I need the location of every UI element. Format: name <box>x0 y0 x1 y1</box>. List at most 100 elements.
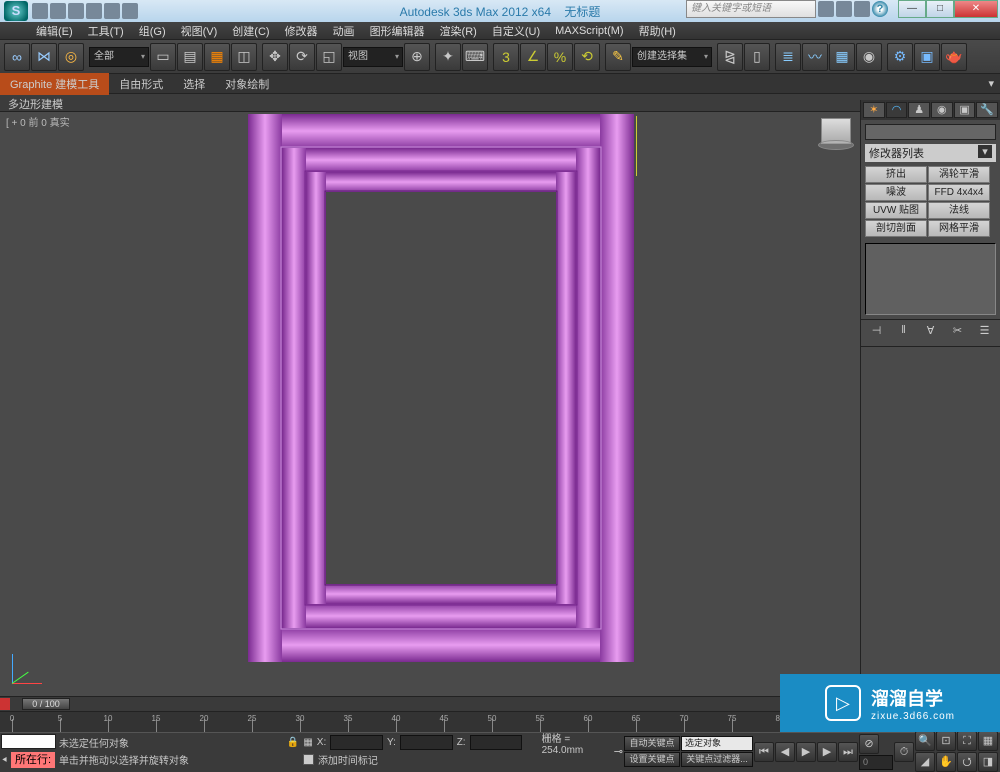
make-unique-icon[interactable]: ∀ <box>922 324 940 342</box>
qat-new-icon[interactable] <box>32 3 48 19</box>
max-viewport-icon[interactable]: ◨ <box>978 752 998 772</box>
modifier-list-dropdown[interactable]: 修改器列表 <box>865 144 996 162</box>
favorite-icon[interactable] <box>854 1 870 17</box>
key-mode-icon[interactable]: ⊘ <box>859 734 879 754</box>
modifier-stack[interactable] <box>865 243 996 315</box>
orbit-icon[interactable]: ⭯ <box>957 752 977 772</box>
pin-stack-icon[interactable]: ⊣ <box>868 324 886 342</box>
time-slider-thumb[interactable]: 0 / 100 <box>22 698 70 710</box>
move-icon[interactable]: ✥ <box>262 43 288 71</box>
menu-group[interactable]: 组(G) <box>133 22 172 40</box>
ref-coord-dropdown[interactable]: 视图 <box>343 47 403 67</box>
tab-display-icon[interactable]: ▣ <box>954 102 976 118</box>
goto-end-icon[interactable]: ⏭ <box>838 742 858 762</box>
percent-snap-icon[interactable]: % <box>547 43 573 71</box>
mirror-icon[interactable]: ⧎ <box>717 43 743 71</box>
material-editor-icon[interactable]: ◉ <box>856 43 882 71</box>
menu-view[interactable]: 视图(V) <box>175 22 224 40</box>
object-color-swatch[interactable] <box>865 124 996 140</box>
mod-btn-meshsmooth[interactable]: 网格平滑 <box>928 220 990 237</box>
time-start-marker[interactable] <box>0 698 10 710</box>
mod-btn-normal[interactable]: 法线 <box>928 202 990 219</box>
mod-btn-uvw[interactable]: UVW 贴图 <box>865 202 927 219</box>
zoom-all-icon[interactable]: ⊡ <box>936 731 956 751</box>
remove-mod-icon[interactable]: ✂ <box>949 324 967 342</box>
qat-open-icon[interactable] <box>50 3 66 19</box>
unlink-icon[interactable]: ⋈ <box>31 43 57 71</box>
ribbon-tab-selection[interactable]: 选择 <box>173 73 215 95</box>
lock-icon[interactable]: 🔒 <box>287 737 299 748</box>
pan-icon[interactable]: ✋ <box>936 752 956 772</box>
zoom-extents-icon[interactable]: ⛶ <box>957 731 977 751</box>
menu-modifiers[interactable]: 修改器 <box>279 22 324 40</box>
qat-more-icon[interactable] <box>122 3 138 19</box>
ribbon-tab-freeform[interactable]: 自由形式 <box>109 73 173 95</box>
maxscript-listener[interactable] <box>1 734 56 749</box>
tab-hierarchy-icon[interactable]: ♟ <box>908 102 930 118</box>
qat-save-icon[interactable] <box>68 3 84 19</box>
pivot-icon[interactable]: ⊕ <box>404 43 430 71</box>
scene-object-frame[interactable] <box>248 114 634 662</box>
coord-z-field[interactable] <box>470 735 523 750</box>
zoom-extents-all-icon[interactable]: ▦ <box>978 731 998 751</box>
menu-rendering[interactable]: 渲染(R) <box>434 22 483 40</box>
tab-modify-icon[interactable]: ◠ <box>886 102 908 118</box>
angle-snap-icon[interactable]: ∠ <box>520 43 546 71</box>
search-icon[interactable] <box>818 1 834 17</box>
render-setup-icon[interactable]: ⚙ <box>887 43 913 71</box>
keyboard-icon[interactable]: ⌨ <box>462 43 488 71</box>
mod-btn-extrude[interactable]: 挤出 <box>865 166 927 183</box>
align-icon[interactable]: ▯ <box>744 43 770 71</box>
selection-filter-dropdown[interactable]: 全部 <box>89 47 149 67</box>
qat-undo-icon[interactable] <box>86 3 102 19</box>
ribbon-expand-icon[interactable]: ▾ <box>982 75 1000 92</box>
tab-motion-icon[interactable]: ◉ <box>931 102 953 118</box>
add-time-tag-label[interactable]: 添加时间标记 <box>318 752 378 767</box>
ribbon-tab-paint[interactable]: 对象绘制 <box>215 73 279 95</box>
scale-icon[interactable]: ◱ <box>316 43 342 71</box>
curve-editor-icon[interactable]: 〰 <box>802 43 828 71</box>
render-icon[interactable]: 🫖 <box>941 43 967 71</box>
signin-icon[interactable] <box>836 1 852 17</box>
select-icon[interactable]: ▭ <box>150 43 176 71</box>
auto-key-button[interactable]: 自动关键点 <box>624 736 680 751</box>
named-selection-dropdown[interactable]: 创建选择集 <box>632 47 712 67</box>
viewcube[interactable] <box>818 118 854 158</box>
rotate-icon[interactable]: ⟳ <box>289 43 315 71</box>
edit-named-sel-icon[interactable]: ✎ <box>605 43 631 71</box>
play-icon[interactable]: ▶ <box>796 742 816 762</box>
menu-animation[interactable]: 动画 <box>327 22 361 40</box>
zoom-icon[interactable]: 🔍 <box>915 731 935 751</box>
coord-x-field[interactable] <box>330 735 383 750</box>
set-key-button[interactable]: 设置关键点 <box>624 752 680 767</box>
render-frame-icon[interactable]: ▣ <box>914 43 940 71</box>
viewport[interactable]: [ + 0 前 0 真实 <box>0 112 860 696</box>
mod-btn-turbosmooth[interactable]: 涡轮平滑 <box>928 166 990 183</box>
bind-icon[interactable]: ◎ <box>58 43 84 71</box>
window-crossing-icon[interactable]: ◫ <box>231 43 257 71</box>
coord-y-field[interactable] <box>400 735 453 750</box>
layers-icon[interactable]: ≣ <box>775 43 801 71</box>
configure-icon[interactable]: ☰ <box>976 324 994 342</box>
select-region-rect-icon[interactable]: ▦ <box>204 43 230 71</box>
time-tag-checkbox[interactable] <box>303 754 314 765</box>
fov-icon[interactable]: ◢ <box>915 752 935 772</box>
tab-utilities-icon[interactable]: 🔧 <box>976 102 998 118</box>
ribbon-tab-graphite[interactable]: Graphite 建模工具 <box>0 73 109 95</box>
spinner-snap-icon[interactable]: ⟲ <box>574 43 600 71</box>
app-icon[interactable]: S <box>4 1 28 21</box>
viewport-label[interactable]: [ + 0 前 0 真实 <box>6 114 70 129</box>
prev-frame-icon[interactable]: ◀ <box>775 742 795 762</box>
menu-create[interactable]: 创建(C) <box>226 22 275 40</box>
select-name-icon[interactable]: ▤ <box>177 43 203 71</box>
goto-start-icon[interactable]: ⏮ <box>754 742 774 762</box>
close-button[interactable]: ✕ <box>954 0 998 18</box>
next-frame-icon[interactable]: ▶ <box>817 742 837 762</box>
minimize-button[interactable]: — <box>898 0 926 18</box>
menu-help[interactable]: 帮助(H) <box>633 22 682 40</box>
key-target-dropdown[interactable]: 选定对象 <box>681 736 753 751</box>
isolate-icon[interactable]: ▦ <box>303 737 312 748</box>
current-frame-field[interactable]: 0 <box>859 755 893 770</box>
menu-tools[interactable]: 工具(T) <box>82 22 130 40</box>
mod-btn-slice[interactable]: 剖切剖面 <box>865 220 927 237</box>
